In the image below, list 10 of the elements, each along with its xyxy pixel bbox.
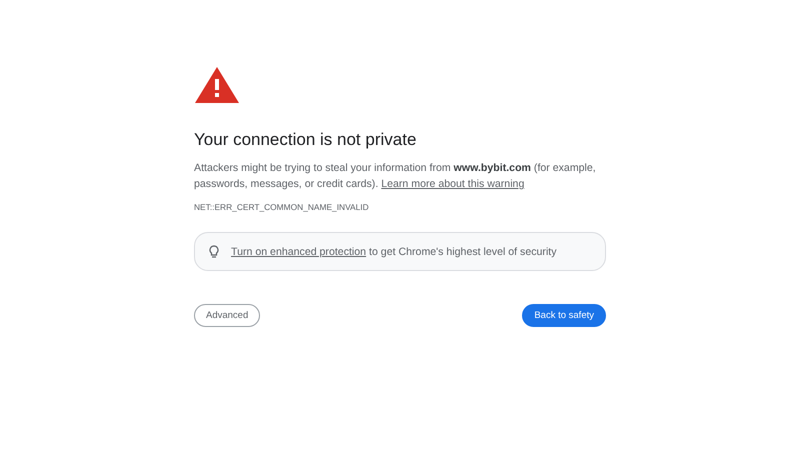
protection-message: Turn on enhanced protection to get Chrome's highest level of security [231,246,557,258]
warning-message: Attackers might be trying to steal your information from www.bybit.com (for example, passwords, messages, or credit cards). Learn more about this warning [194,161,597,192]
enhanced-protection-link[interactable]: Turn on enhanced protection [231,246,366,258]
warning-icon [194,66,240,104]
page-title: Your connection is not private [194,130,418,150]
lightbulb-icon [209,244,219,258]
learn-more-link[interactable]: Learn more about this warning [381,178,524,190]
advanced-button[interactable]: Advanced [194,304,260,327]
error-code: NET::ERR_CERT_COMMON_NAME_INVALID [194,202,369,212]
back-to-safety-button[interactable]: Back to safety [522,304,606,327]
